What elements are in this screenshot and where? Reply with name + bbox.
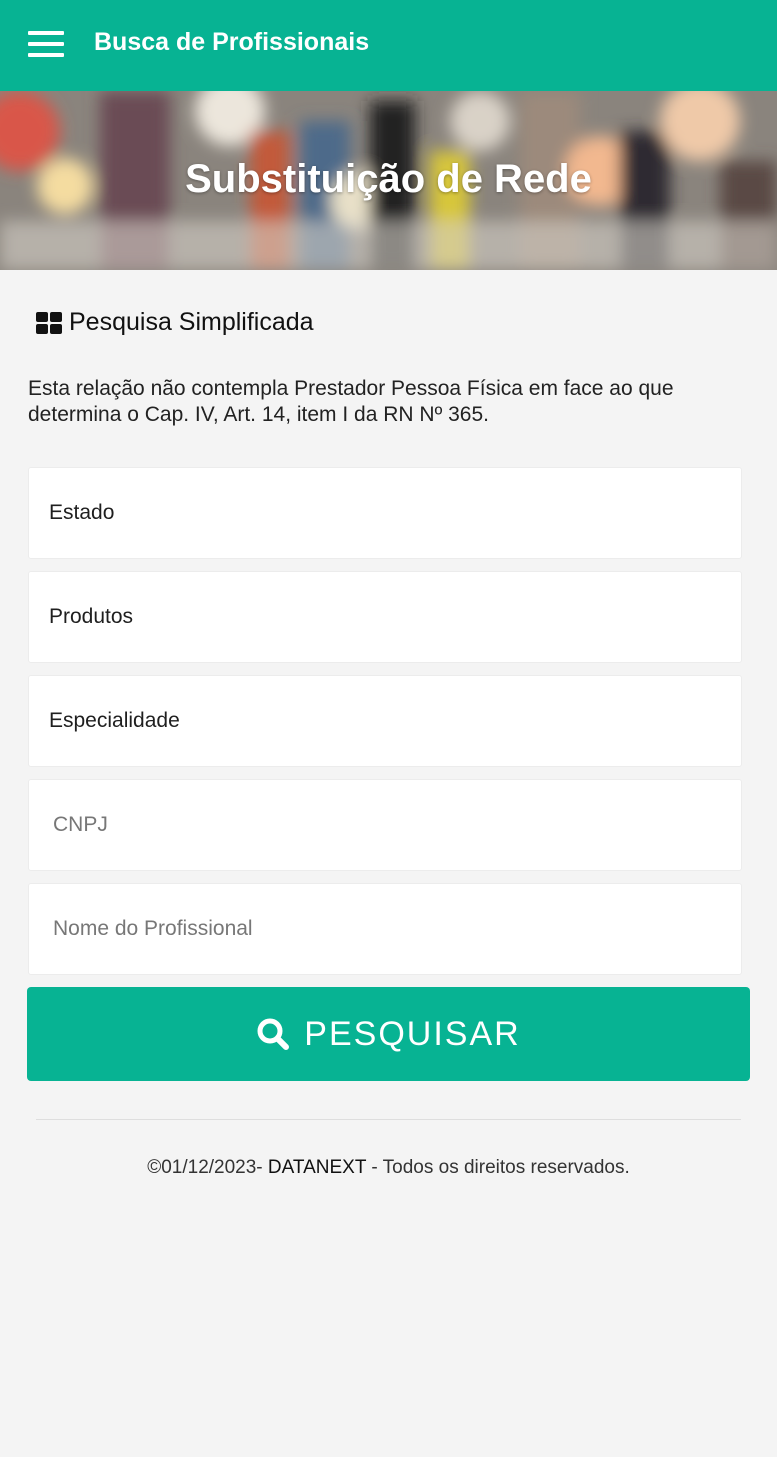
hamburger-menu-icon[interactable] xyxy=(28,30,64,58)
estado-label: Estado xyxy=(49,501,115,524)
notice-text: Esta relação não contempla Prestador Pes… xyxy=(28,377,674,426)
nome-profissional-input[interactable] xyxy=(29,884,741,974)
estado-select[interactable]: Estado xyxy=(28,467,742,559)
section-title: Pesquisa Simplificada xyxy=(69,308,314,336)
especialidade-label: Especialidade xyxy=(49,709,180,732)
produtos-select[interactable]: Produtos xyxy=(28,571,742,663)
app-title: Busca de Profissionais xyxy=(94,28,370,56)
footer-date: ©01/12/2023- xyxy=(147,1157,263,1178)
footer-brand: DATANEXT xyxy=(267,1157,367,1178)
hero-title: Substituição de Rede xyxy=(185,157,592,201)
nome-field-wrapper xyxy=(28,883,742,975)
search-button[interactable]: PESQUISAR xyxy=(27,987,750,1081)
produtos-label: Produtos xyxy=(49,605,134,628)
app-header: Busca de Profissionais xyxy=(0,0,777,91)
cnpj-field-wrapper xyxy=(28,779,742,871)
search-button-label: PESQUISAR xyxy=(304,1014,521,1053)
cnpj-input[interactable] xyxy=(29,780,741,870)
footer-rights: - Todos os direitos reservados. xyxy=(371,1157,630,1178)
divider xyxy=(36,1119,741,1120)
grid-icon xyxy=(36,311,62,334)
search-icon xyxy=(257,1018,290,1050)
especialidade-select[interactable]: Especialidade xyxy=(28,675,742,767)
section-heading: Pesquisa Simplificada xyxy=(36,308,314,337)
footer: ©01/12/2023- DATANEXT - Todos os direito… xyxy=(0,1157,777,1179)
hero-banner: Substituição de Rede xyxy=(0,91,777,270)
